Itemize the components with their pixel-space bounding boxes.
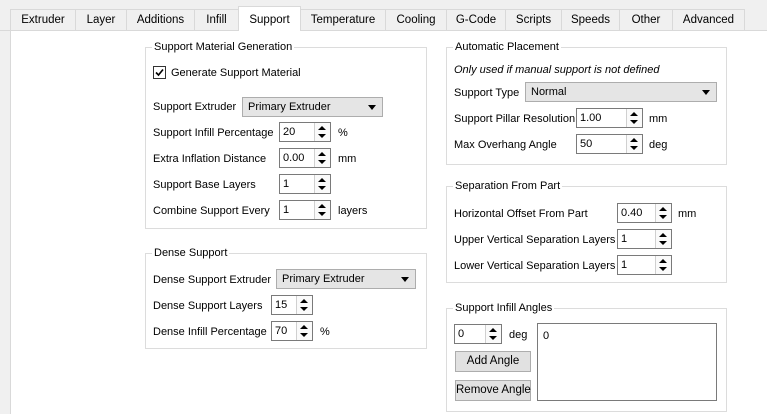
support-infill-percentage-label: Support Infill Percentage bbox=[153, 127, 274, 139]
stepper-buttons[interactable] bbox=[314, 123, 330, 141]
dense-support-layers-label: Dense Support Layers bbox=[153, 300, 263, 312]
tab-support[interactable]: Support bbox=[238, 6, 301, 31]
group-title: Dense Support bbox=[152, 246, 230, 260]
max-overhang-angle-value: 50 bbox=[580, 138, 593, 150]
infill-angles-list[interactable]: 0 bbox=[537, 323, 717, 401]
infill-angle-value: 0 bbox=[458, 328, 465, 340]
stepper-buttons[interactable] bbox=[655, 256, 671, 274]
tab-temperature[interactable]: Temperature bbox=[300, 9, 386, 30]
max-overhang-angle-label: Max Overhang Angle bbox=[454, 139, 557, 151]
tab-scripts[interactable]: Scripts bbox=[505, 9, 562, 30]
extra-inflation-label: Extra Inflation Distance bbox=[153, 153, 267, 165]
chevron-down-icon bbox=[401, 277, 409, 282]
tab-advanced[interactable]: Advanced bbox=[672, 9, 745, 30]
stepper-buttons[interactable] bbox=[314, 175, 330, 193]
horizontal-offset-label: Horizontal Offset From Part bbox=[454, 208, 588, 220]
combine-support-stepper[interactable]: 1 bbox=[279, 200, 331, 220]
dense-infill-percentage-value: 70 bbox=[275, 325, 288, 337]
support-infill-percentage-stepper[interactable]: 20 bbox=[279, 122, 331, 142]
support-extruder-value: Primary Extruder bbox=[248, 101, 331, 113]
stepper-buttons[interactable] bbox=[296, 322, 312, 340]
support-type-label: Support Type bbox=[454, 87, 520, 99]
group-title: Support Infill Angles bbox=[453, 301, 555, 315]
support-extruder-select[interactable]: Primary Extruder bbox=[242, 97, 383, 117]
extra-inflation-value: 0.00 bbox=[283, 152, 305, 164]
tab-layer[interactable]: Layer bbox=[75, 9, 127, 30]
support-base-layers-value: 1 bbox=[283, 178, 290, 190]
lower-vertical-separation-label: Lower Vertical Separation Layers bbox=[454, 260, 616, 272]
support-pillar-resolution-stepper[interactable]: 1.00 bbox=[576, 108, 643, 128]
unit-label: deg bbox=[649, 139, 668, 151]
chevron-down-icon bbox=[702, 90, 710, 95]
dense-support-extruder-label: Dense Support Extruder bbox=[153, 274, 272, 286]
support-extruder-label: Support Extruder bbox=[153, 101, 237, 113]
stepper-buttons[interactable] bbox=[655, 230, 671, 248]
stepper-buttons[interactable] bbox=[314, 201, 330, 219]
chevron-down-icon bbox=[368, 105, 376, 110]
dense-support-layers-value: 15 bbox=[275, 299, 288, 311]
group-title: Separation From Part bbox=[453, 179, 563, 193]
stepper-buttons[interactable] bbox=[314, 149, 330, 167]
horizontal-offset-stepper[interactable]: 0.40 bbox=[617, 203, 672, 223]
stepper-buttons[interactable] bbox=[296, 296, 312, 314]
settings-tab-bar: Extruder Layer Additions Infill Support … bbox=[0, 0, 767, 31]
tab-cooling[interactable]: Cooling bbox=[385, 9, 447, 30]
tab-other[interactable]: Other bbox=[619, 9, 673, 30]
dense-support-extruder-value: Primary Extruder bbox=[282, 273, 365, 285]
lower-vertical-separation-value: 1 bbox=[621, 259, 628, 271]
unit-label: mm bbox=[678, 208, 697, 220]
stepper-buttons[interactable] bbox=[655, 204, 671, 222]
add-angle-button[interactable]: Add Angle bbox=[455, 351, 531, 372]
tab-speeds[interactable]: Speeds bbox=[561, 9, 620, 30]
extra-inflation-stepper[interactable]: 0.00 bbox=[279, 148, 331, 168]
unit-label: mm bbox=[649, 113, 668, 125]
group-title: Support Material Generation bbox=[152, 40, 295, 54]
checkmark-icon bbox=[155, 68, 164, 77]
lower-vertical-separation-stepper[interactable]: 1 bbox=[617, 255, 672, 275]
remove-angle-button[interactable]: Remove Angle bbox=[455, 380, 531, 401]
generate-support-checkbox[interactable] bbox=[153, 66, 166, 79]
unit-label: layers bbox=[338, 205, 368, 217]
generate-support-label[interactable]: Generate Support Material bbox=[171, 66, 301, 80]
support-infill-percentage-value: 20 bbox=[283, 126, 296, 138]
upper-vertical-separation-label: Upper Vertical Separation Layers bbox=[454, 234, 616, 246]
manual-support-note: Only used if manual support is not defin… bbox=[454, 64, 660, 76]
upper-vertical-separation-stepper[interactable]: 1 bbox=[617, 229, 672, 249]
dense-support-layers-stepper[interactable]: 15 bbox=[271, 295, 313, 315]
support-base-layers-label: Support Base Layers bbox=[153, 179, 256, 191]
support-type-select[interactable]: Normal bbox=[525, 82, 717, 102]
unit-label: % bbox=[320, 326, 330, 338]
support-type-value: Normal bbox=[531, 86, 567, 98]
dense-support-extruder-select[interactable]: Primary Extruder bbox=[276, 269, 416, 289]
infill-angle-stepper[interactable]: 0 bbox=[454, 324, 502, 344]
support-pillar-resolution-value: 1.00 bbox=[580, 112, 602, 124]
group-title: Automatic Placement bbox=[453, 40, 561, 54]
unit-label: deg bbox=[509, 329, 528, 341]
list-item[interactable]: 0 bbox=[543, 329, 549, 343]
tab-additions[interactable]: Additions bbox=[126, 9, 195, 30]
upper-vertical-separation-value: 1 bbox=[621, 233, 628, 245]
stepper-buttons[interactable] bbox=[485, 325, 501, 343]
support-base-layers-stepper[interactable]: 1 bbox=[279, 174, 331, 194]
dense-infill-percentage-label: Dense Infill Percentage bbox=[153, 326, 267, 338]
tab-infill[interactable]: Infill bbox=[194, 9, 239, 30]
tab-gcode[interactable]: G-Code bbox=[446, 9, 506, 30]
stepper-buttons[interactable] bbox=[626, 109, 642, 127]
horizontal-offset-value: 0.40 bbox=[621, 207, 643, 219]
support-pillar-resolution-label: Support Pillar Resolution bbox=[454, 113, 576, 125]
dense-infill-percentage-stepper[interactable]: 70 bbox=[271, 321, 313, 341]
max-overhang-angle-stepper[interactable]: 50 bbox=[576, 134, 643, 154]
tab-extruder[interactable]: Extruder bbox=[10, 9, 76, 30]
combine-support-label: Combine Support Every bbox=[153, 205, 270, 217]
combine-support-value: 1 bbox=[283, 204, 290, 216]
unit-label: mm bbox=[338, 153, 357, 165]
unit-label: % bbox=[338, 127, 348, 139]
stepper-buttons[interactable] bbox=[626, 135, 642, 153]
